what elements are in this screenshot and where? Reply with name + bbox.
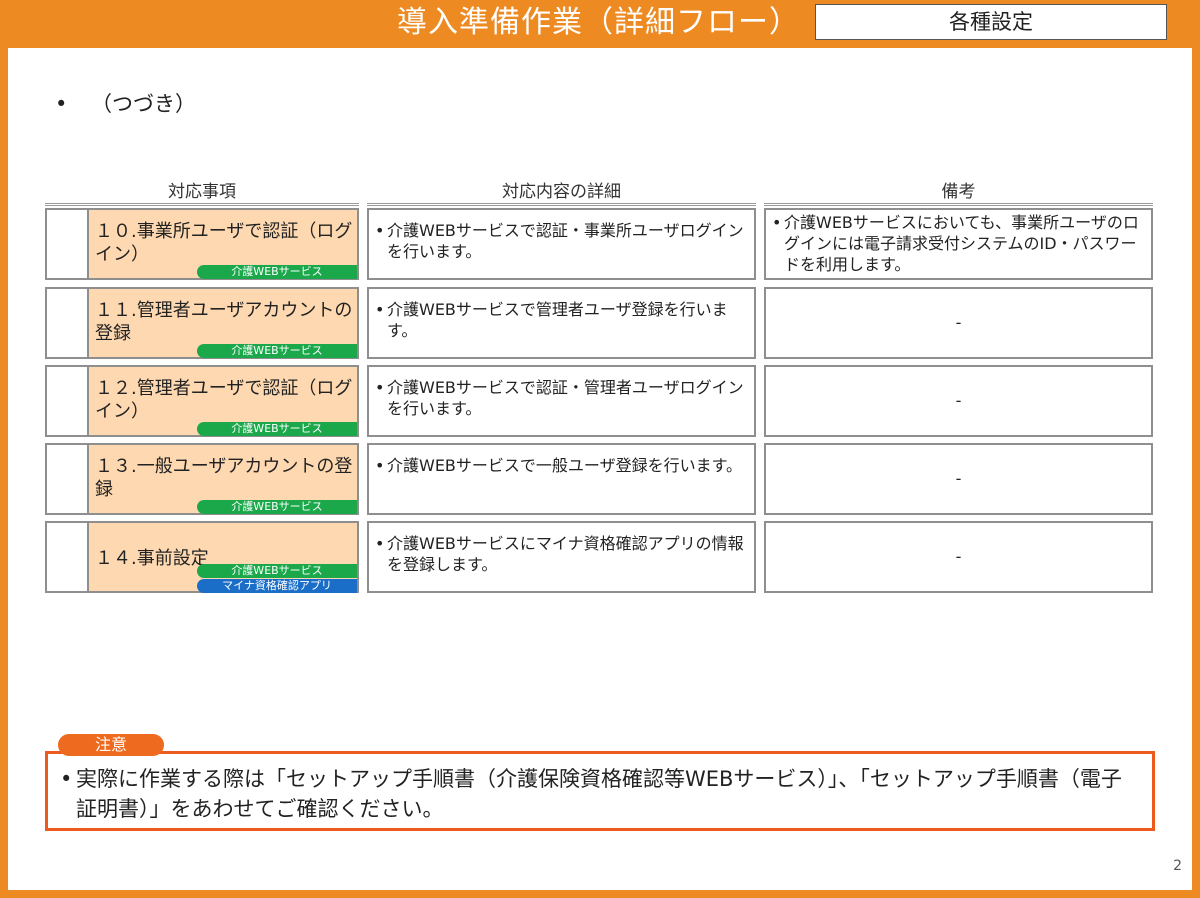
detail-text: 介護WEBサービスで管理者ユーザ登録を行います。	[387, 300, 728, 340]
badge-kaigo-web: 介護WEBサービス	[197, 500, 357, 514]
note-cell: • 介護WEBサービスにおいても、事業所ユーザのログインには電子請求受付システムの…	[764, 208, 1153, 280]
item-cell: １２.管理者ユーザで認証（ログイン） 介護WEBサービス	[45, 365, 359, 437]
detail-text: 介護WEBサービスで認証・管理者ユーザログインを行います。	[387, 378, 744, 418]
note-cell: -	[764, 287, 1153, 359]
table-row: １０.事業所ユーザで認証（ログイン） 介護WEBサービス • 介護WEBサービスで…	[0, 208, 1200, 280]
item-label: １３.一般ユーザアカウントの登録	[95, 456, 353, 500]
detail-cell: • 介護WEBサービスで認証・管理者ユーザログインを行います。	[367, 365, 756, 437]
page-title: 導入準備作業（詳細フロー）	[397, 5, 800, 40]
notice-text: 実際に作業する際は「セットアップ手順書（介護保険資格確認等WEBサービス）」、「…	[76, 767, 1122, 821]
item-label: １０.事業所ユーザで認証（ログイン）	[95, 221, 353, 265]
bullet-icon: •	[375, 221, 385, 240]
badge-kaigo-web: 介護WEBサービス	[197, 344, 357, 358]
column-header-detail: 対応内容の詳細	[367, 180, 756, 206]
item-box: １１.管理者ユーザアカウントの登録 介護WEBサービス	[87, 289, 357, 358]
table-row: １３.一般ユーザアカウントの登録 介護WEBサービス • 介護WEBサービスで一般…	[0, 443, 1200, 515]
item-cell: １３.一般ユーザアカウントの登録 介護WEBサービス	[45, 443, 359, 515]
bullet-icon: •	[55, 92, 68, 116]
column-header-item: 対応事項	[45, 180, 359, 206]
intro-text: （つづき）	[91, 92, 196, 116]
note-cell: -	[764, 365, 1153, 437]
detail-text: 介護WEBサービスにマイナ資格確認アプリの情報を登録します。	[387, 534, 744, 574]
section-badge: 各種設定	[815, 4, 1167, 40]
item-box: １２.管理者ユーザで認証（ログイン） 介護WEBサービス	[87, 367, 357, 436]
item-cell: １１.管理者ユーザアカウントの登録 介護WEBサービス	[45, 287, 359, 359]
detail-cell: • 介護WEBサービスで管理者ユーザ登録を行います。	[367, 287, 756, 359]
detail-cell: • 介護WEBサービスで一般ユーザ登録を行います。	[367, 443, 756, 515]
badge-kaigo-web: 介護WEBサービス	[197, 265, 357, 279]
bullet-icon: •	[772, 213, 782, 232]
notice-label: 注意	[58, 734, 164, 756]
note-cell: -	[764, 443, 1153, 515]
table-row: １２.管理者ユーザで認証（ログイン） 介護WEBサービス • 介護WEBサービスで…	[0, 365, 1200, 437]
page-number: 2	[1173, 858, 1182, 874]
item-cell: １０.事業所ユーザで認証（ログイン） 介護WEBサービス	[45, 208, 359, 280]
item-label: １２.管理者ユーザで認証（ログイン）	[95, 378, 353, 422]
column-header-note: 備考	[764, 180, 1153, 206]
bullet-icon: •	[375, 456, 385, 475]
detail-cell: • 介護WEBサービスにマイナ資格確認アプリの情報を登録します。	[367, 521, 756, 593]
bullet-icon: •	[60, 767, 73, 791]
table-row: １１.管理者ユーザアカウントの登録 介護WEBサービス • 介護WEBサービスで管…	[0, 287, 1200, 359]
detail-text: 介護WEBサービスで一般ユーザ登録を行います。	[387, 456, 742, 475]
item-cell: １４.事前設定 介護WEBサービス マイナ資格確認アプリ	[45, 521, 359, 593]
intro-bullet: • （つづき）	[55, 88, 196, 118]
notice-box: • 実際に作業する際は「セットアップ手順書（介護保険資格確認等WEBサービス）」、…	[45, 751, 1155, 831]
item-box: １４.事前設定 介護WEBサービス マイナ資格確認アプリ	[87, 523, 357, 593]
slide: 導入準備作業（詳細フロー） 各種設定 • （つづき） 対応事項 対応内容の詳細 備…	[0, 0, 1200, 898]
detail-text: 介護WEBサービスで認証・事業所ユーザログインを行います。	[387, 221, 744, 261]
bullet-icon: •	[375, 378, 385, 397]
badge-myna-app: マイナ資格確認アプリ	[197, 579, 357, 593]
item-box: １０.事業所ユーザで認証（ログイン） 介護WEBサービス	[87, 210, 357, 279]
note-cell: -	[764, 521, 1153, 593]
detail-cell: • 介護WEBサービスで認証・事業所ユーザログインを行います。	[367, 208, 756, 280]
bullet-icon: •	[375, 534, 385, 553]
badge-kaigo-web: 介護WEBサービス	[197, 422, 357, 436]
bullet-icon: •	[375, 300, 385, 319]
note-text: 介護WEBサービスにおいても、事業所ユーザのログインには電子請求受付システムのI…	[784, 213, 1139, 274]
table-row: １４.事前設定 介護WEBサービス マイナ資格確認アプリ • 介護WEBサービスに…	[0, 521, 1200, 593]
item-box: １３.一般ユーザアカウントの登録 介護WEBサービス	[87, 445, 357, 514]
badge-kaigo-web: 介護WEBサービス	[197, 564, 357, 578]
item-label: １１.管理者ユーザアカウントの登録	[95, 300, 353, 344]
